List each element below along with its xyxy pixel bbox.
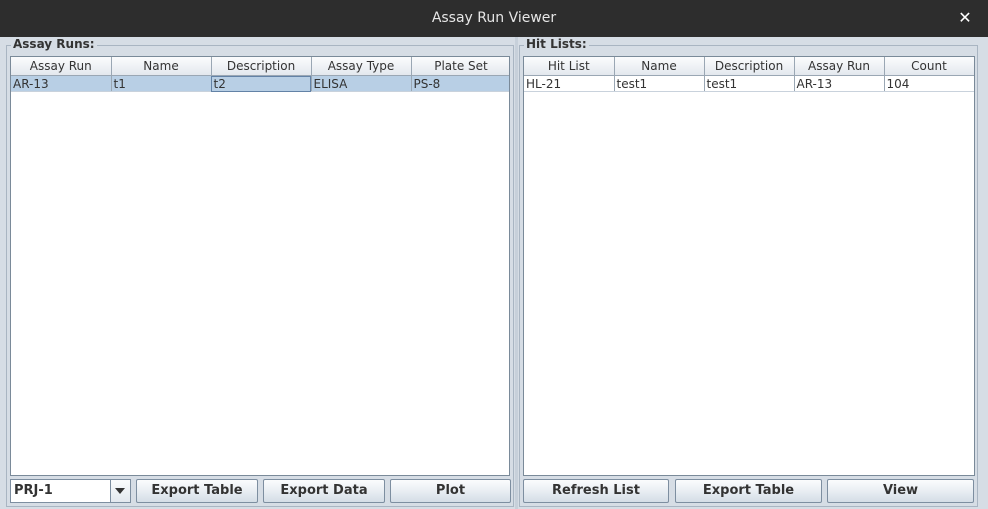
export-table-button[interactable]: Export Table — [675, 479, 822, 503]
column-header-assay-run[interactable]: Assay Run — [794, 57, 885, 76]
column-header-assay-type[interactable]: Assay Type — [311, 57, 412, 76]
export-table-button[interactable]: Export Table — [136, 479, 258, 503]
hit-lists-label: Hit Lists: — [524, 37, 589, 51]
title-bar[interactable]: Assay Run Viewer ✕ — [0, 0, 988, 38]
column-header-name[interactable]: Name — [614, 57, 705, 76]
hit-lists-header-row: Hit List Name Description Assay Run Coun… — [524, 57, 974, 76]
assay-runs-panel: Assay Runs: Assay Run Name Description A… — [6, 37, 514, 507]
column-header-description[interactable]: Description — [704, 57, 795, 76]
column-header-assay-run[interactable]: Assay Run — [11, 57, 112, 76]
hit-lists-panel: Hit Lists: Hit List Name Description Ass… — [519, 37, 978, 507]
project-select[interactable]: PRJ-1 — [10, 479, 131, 503]
assay-run-viewer-window: Assay Run Viewer ✕ Assay Runs: Assay Run… — [0, 0, 988, 509]
column-header-name[interactable]: Name — [111, 57, 212, 76]
project-select-value: PRJ-1 — [14, 483, 53, 498]
table-row[interactable]: AR-13 t1 t2 ELISA PS-8 — [11, 75, 509, 92]
cell-description[interactable]: test1 — [704, 75, 795, 92]
cell-description[interactable]: t2 — [211, 75, 312, 92]
split-pane-divider[interactable] — [515, 37, 518, 509]
assay-runs-header-row: Assay Run Name Description Assay Type Pl… — [11, 57, 509, 76]
cell-assay-type[interactable]: ELISA — [311, 75, 412, 92]
column-header-plate-set[interactable]: Plate Set — [411, 57, 509, 76]
view-button[interactable]: View — [827, 479, 974, 503]
cell-name[interactable]: test1 — [614, 75, 705, 92]
main-content: Assay Runs: Assay Run Name Description A… — [0, 37, 988, 509]
cell-assay-run[interactable]: AR-13 — [794, 75, 885, 92]
chevron-down-icon[interactable] — [110, 480, 130, 502]
column-header-hit-list[interactable]: Hit List — [524, 57, 615, 76]
table-row[interactable]: HL-21 test1 test1 AR-13 104 — [524, 75, 974, 92]
hit-lists-table[interactable]: Hit List Name Description Assay Run Coun… — [523, 56, 975, 476]
refresh-list-button[interactable]: Refresh List — [523, 479, 669, 503]
column-header-description[interactable]: Description — [211, 57, 312, 76]
column-header-count[interactable]: Count — [884, 57, 974, 76]
cell-plate-set[interactable]: PS-8 — [411, 75, 509, 92]
export-data-button[interactable]: Export Data — [263, 479, 385, 503]
cell-hit-list[interactable]: HL-21 — [524, 75, 615, 92]
cell-name[interactable]: t1 — [111, 75, 212, 92]
cell-assay-run[interactable]: AR-13 — [11, 75, 112, 92]
assay-runs-table[interactable]: Assay Run Name Description Assay Type Pl… — [10, 56, 510, 476]
close-icon[interactable]: ✕ — [956, 8, 974, 28]
cell-count[interactable]: 104 — [884, 75, 974, 92]
window-title: Assay Run Viewer — [431, 10, 557, 26]
plot-button[interactable]: Plot — [390, 479, 511, 503]
assay-runs-label: Assay Runs: — [11, 37, 97, 51]
